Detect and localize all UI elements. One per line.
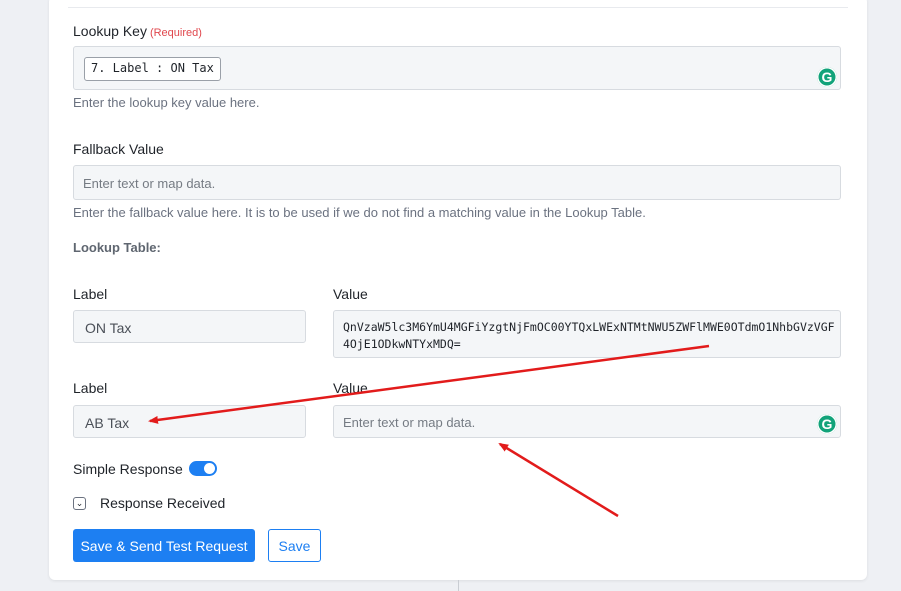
row1-value-input[interactable]: QnVzaW5lc3M6YmU4MGFiYzgtNjFmOC00YTQxLWEx… <box>333 310 841 358</box>
grammarly-icon[interactable]: G <box>817 414 837 434</box>
row2-value-input[interactable]: Enter text or map data. G <box>333 405 841 438</box>
row1-value-text: QnVzaW5lc3M6YmU4MGFiYzgtNjFmOC00YTQxLWEx… <box>343 320 835 351</box>
simple-response-toggle[interactable] <box>189 461 217 476</box>
row2-value-placeholder: Enter text or map data. <box>343 415 476 430</box>
save-and-send-test-button[interactable]: Save & Send Test Request <box>73 529 255 562</box>
chevron-down-icon[interactable]: ⌄ <box>73 497 86 510</box>
lookup-key-label-text: Lookup Key <box>73 23 147 39</box>
lookup-table-title: Lookup Table: <box>73 240 161 255</box>
divider <box>68 7 848 8</box>
fallback-value-label: Fallback Value <box>73 141 164 157</box>
fallback-placeholder: Enter text or map data. <box>83 176 216 191</box>
row2-value-header: Value <box>333 380 368 396</box>
mapped-field-chip[interactable]: 7. Label : ON Tax <box>84 57 221 81</box>
lookup-key-field[interactable]: 7. Label : ON Tax G <box>73 46 841 90</box>
row2-label-input[interactable]: AB Tax <box>73 405 306 438</box>
row1-label-input[interactable]: ON Tax <box>73 310 306 343</box>
row2-label-header: Label <box>73 380 108 396</box>
simple-response-label: Simple Response <box>73 461 183 477</box>
toggle-knob <box>204 463 215 474</box>
response-received-label[interactable]: Response Received <box>100 495 225 511</box>
grammarly-icon[interactable]: G <box>817 67 837 87</box>
fallback-helper: Enter the fallback value here. It is to … <box>73 205 646 220</box>
lookup-key-label: Lookup Key (Required) <box>73 23 202 39</box>
required-badge: (Required) <box>149 27 202 39</box>
row1-label-value: ON Tax <box>85 320 132 336</box>
lookup-key-helper: Enter the lookup key value here. <box>73 95 260 110</box>
row1-label-header: Label <box>73 286 108 302</box>
row1-value-header: Value <box>333 286 368 302</box>
save-button[interactable]: Save <box>268 529 321 562</box>
row2-label-value: AB Tax <box>85 415 130 431</box>
fallback-value-input[interactable]: Enter text or map data. <box>73 165 841 200</box>
divider <box>458 580 459 591</box>
